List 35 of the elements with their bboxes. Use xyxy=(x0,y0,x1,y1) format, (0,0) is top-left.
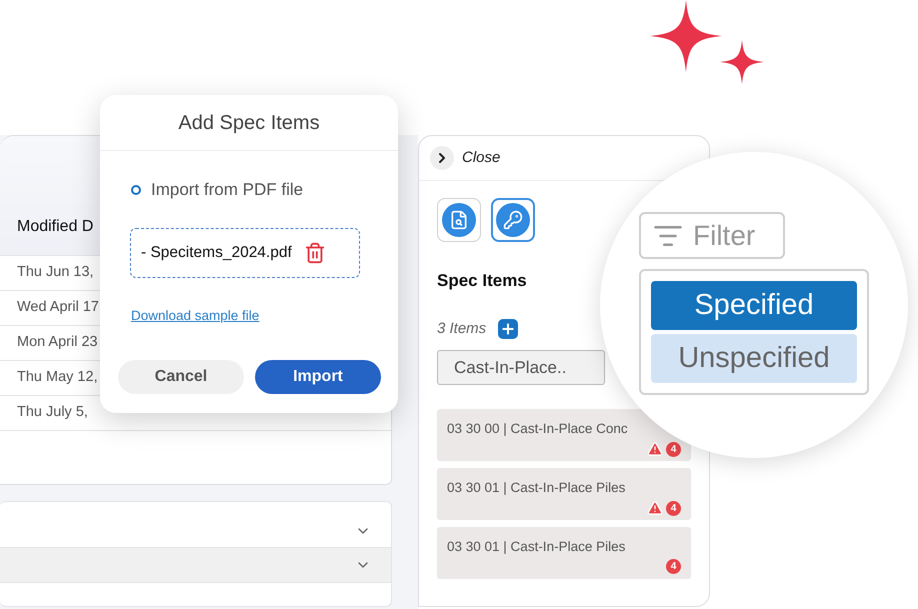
spec-item-title: 03 30 01 | Cast-In-Place Piles xyxy=(447,538,626,556)
spec-item-card[interactable]: 03 30 00 | Cast-In-Place Conc 4 xyxy=(437,409,691,461)
count-badge: 4 xyxy=(666,559,681,574)
spec-item-card[interactable]: 03 30 01 | Cast-In-Place Piles 4 xyxy=(437,468,691,520)
plus-icon xyxy=(500,320,516,337)
category-dropdown[interactable]: Cast-In-Place.. xyxy=(437,350,605,385)
radio-option[interactable]: Import from PDF file xyxy=(131,177,398,202)
item-count: 3 Items xyxy=(437,318,486,338)
download-link[interactable]: Download sample file xyxy=(131,306,260,326)
filter-option[interactable]: Unspecified xyxy=(651,334,857,383)
spec-item-title: 03 30 01 | Cast-In-Place Piles xyxy=(447,479,626,497)
file-name: - Specitems_2024.pdf xyxy=(141,242,292,263)
filter-option[interactable]: Specified xyxy=(651,281,857,330)
cancel-button[interactable]: Cancel xyxy=(118,360,244,394)
close-button[interactable]: Close xyxy=(430,146,500,170)
date-cell-text: Mon April 23 xyxy=(17,333,98,352)
count-badge: 4 xyxy=(666,500,681,516)
spec-item-title: 03 30 00 | Cast-In-Place Conc xyxy=(447,420,629,438)
key-tool-button[interactable] xyxy=(491,198,535,242)
dialog-title: Add Spec Items xyxy=(178,110,320,136)
count-badge: 4 xyxy=(666,442,681,457)
panel-title: Spec Items xyxy=(437,270,528,292)
key-icon xyxy=(503,210,523,230)
add-button[interactable] xyxy=(498,318,518,339)
trash-icon[interactable] xyxy=(304,242,326,264)
date-cell-text: Thu May 12, xyxy=(17,368,98,388)
document-search-icon xyxy=(449,210,469,230)
date-cell-text: Thu July 5, xyxy=(17,403,88,422)
import-button[interactable]: Import xyxy=(255,360,381,394)
document-tool-button[interactable] xyxy=(437,198,481,242)
column-header: Modified D xyxy=(17,217,94,237)
spec-item-card[interactable]: 03 30 01 | Cast-In-Place Piles 4 xyxy=(437,527,691,579)
date-cell-text: Thu Jun 13, xyxy=(17,263,94,282)
file-drop-zone[interactable]: - Specitems_2024.pdf xyxy=(130,228,360,278)
date-cell-text: Wed April 17 xyxy=(17,298,99,318)
